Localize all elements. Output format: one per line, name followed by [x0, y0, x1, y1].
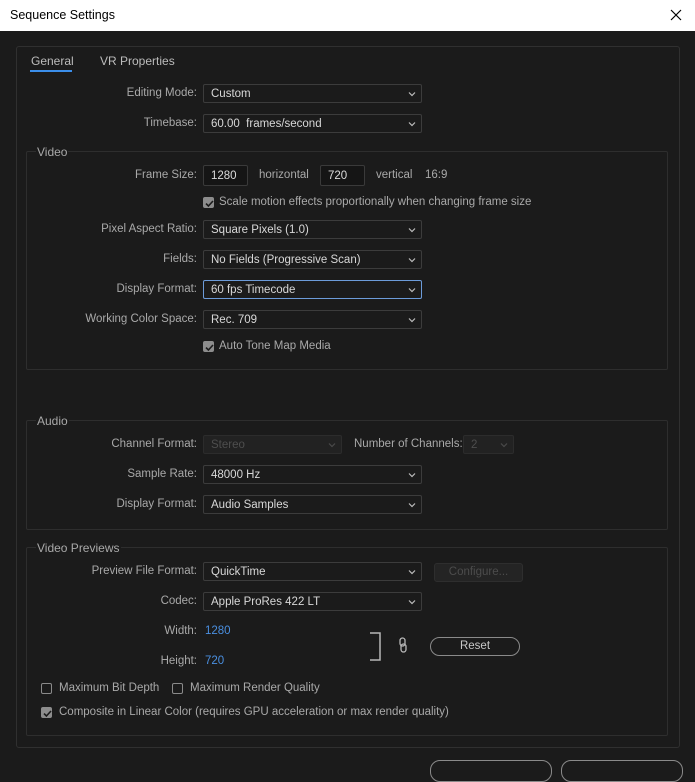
- chevron-down-icon: [408, 503, 416, 508]
- chevron-down-icon: [408, 600, 416, 605]
- editing-mode-dropdown[interactable]: Custom: [203, 84, 422, 103]
- window-title: Sequence Settings: [10, 8, 115, 22]
- chevron-down-icon: [408, 570, 416, 575]
- color-space-label: Working Color Space:: [85, 313, 197, 325]
- preview-file-format-dropdown[interactable]: QuickTime: [203, 562, 422, 581]
- chevron-down-icon: [408, 318, 416, 323]
- video-display-format-value: 60 fps Timecode: [211, 284, 296, 296]
- color-space-dropdown[interactable]: Rec. 709: [203, 310, 422, 329]
- frame-height-value: 720: [328, 170, 348, 182]
- sample-rate-dropdown[interactable]: 48000 Hz: [203, 465, 422, 484]
- max-bit-depth-checkbox[interactable]: [41, 683, 52, 694]
- checkmark-icon: [43, 710, 52, 718]
- frame-size-label: Frame Size:: [135, 169, 197, 181]
- max-bit-depth-label: Maximum Bit Depth: [59, 682, 160, 694]
- horizontal-label: horizontal: [259, 169, 309, 181]
- video-display-format-dropdown[interactable]: 60 fps Timecode: [203, 280, 422, 299]
- reset-button[interactable]: Reset: [430, 637, 520, 656]
- close-icon[interactable]: [665, 4, 687, 26]
- fields-dropdown[interactable]: No Fields (Progressive Scan): [203, 250, 422, 269]
- timebase-dropdown[interactable]: 60.00 frames/second: [203, 114, 422, 133]
- sample-rate-value: 48000 Hz: [211, 469, 261, 481]
- chevron-down-icon: [408, 258, 416, 263]
- timebase-value: 60.00 frames/second: [211, 118, 322, 130]
- channel-format-value: Stereo: [211, 439, 245, 451]
- fields-label: Fields:: [163, 253, 197, 265]
- auto-tone-label: Auto Tone Map Media: [219, 340, 331, 352]
- configure-button[interactable]: Configure...: [434, 563, 523, 582]
- chevron-down-icon: [328, 443, 336, 448]
- tab-general[interactable]: General: [31, 54, 74, 68]
- configure-button-label: Configure...: [448, 566, 509, 578]
- linear-color-checkbox[interactable]: [41, 707, 52, 718]
- video-previews-group-title: Video Previews: [36, 541, 121, 555]
- vertical-label: vertical: [376, 169, 413, 181]
- linear-color-label: Composite in Linear Color (requires GPU …: [59, 706, 449, 718]
- chevron-down-icon: [408, 92, 416, 97]
- editing-mode-label: Editing Mode:: [126, 87, 197, 99]
- channel-format-label: Channel Format:: [111, 438, 197, 450]
- preview-width-value[interactable]: 1280: [205, 625, 231, 637]
- chevron-down-icon: [408, 288, 416, 293]
- editing-mode-value: Custom: [211, 88, 251, 100]
- color-space-value: Rec. 709: [211, 314, 258, 326]
- chevron-down-icon: [408, 473, 416, 478]
- preview-width-label: Width:: [164, 625, 197, 637]
- cancel-button[interactable]: [561, 760, 683, 782]
- scale-motion-checkbox[interactable]: [203, 197, 214, 208]
- codec-value: Apple ProRes 422 LT: [211, 596, 321, 608]
- aspect-ratio-readout: 16:9: [425, 169, 448, 181]
- checkmark-icon: [205, 200, 214, 208]
- video-group-title: Video: [36, 145, 69, 159]
- audio-display-format-dropdown[interactable]: Audio Samples: [203, 495, 422, 514]
- preview-height-value[interactable]: 720: [205, 655, 224, 667]
- codec-label: Codec:: [160, 595, 197, 607]
- preview-file-format-value: QuickTime: [211, 566, 266, 578]
- scale-motion-label: Scale motion effects proportionally when…: [219, 196, 532, 208]
- pixel-aspect-value: Square Pixels (1.0): [211, 224, 309, 236]
- channel-format-dropdown[interactable]: Stereo: [203, 435, 342, 454]
- frame-width-value: 1280: [211, 170, 237, 182]
- audio-group-title: Audio: [36, 414, 69, 428]
- audio-display-format-label: Display Format:: [116, 498, 197, 510]
- chevron-down-icon: [408, 122, 416, 127]
- max-render-quality-checkbox[interactable]: [172, 683, 183, 694]
- preview-file-format-label: Preview File Format:: [91, 565, 197, 577]
- chevron-down-icon: [500, 443, 508, 448]
- auto-tone-checkbox[interactable]: [203, 341, 214, 352]
- sample-rate-label: Sample Rate:: [127, 468, 197, 480]
- chevron-down-icon: [408, 228, 416, 233]
- audio-display-format-value: Audio Samples: [211, 499, 289, 511]
- active-tab-indicator: [30, 70, 72, 72]
- num-channels-value: 2: [471, 439, 478, 451]
- link-bracket-icon: [370, 632, 381, 661]
- num-channels-dropdown[interactable]: 2: [463, 435, 514, 454]
- reset-button-label: Reset: [459, 640, 491, 652]
- tab-vr-properties[interactable]: VR Properties: [100, 54, 175, 68]
- num-channels-label: Number of Channels:: [354, 438, 463, 450]
- timebase-label: Timebase:: [143, 117, 197, 129]
- chain-link-icon[interactable]: [397, 637, 409, 653]
- pixel-aspect-label: Pixel Aspect Ratio:: [101, 223, 197, 235]
- video-display-format-label: Display Format:: [116, 283, 197, 295]
- max-render-quality-label: Maximum Render Quality: [190, 682, 320, 694]
- checkmark-icon: [205, 344, 214, 352]
- frame-height-field[interactable]: 720: [320, 165, 365, 186]
- ok-button[interactable]: [430, 760, 552, 782]
- pixel-aspect-dropdown[interactable]: Square Pixels (1.0): [203, 220, 422, 239]
- fields-value: No Fields (Progressive Scan): [211, 254, 361, 266]
- frame-width-field[interactable]: 1280: [203, 165, 248, 186]
- preview-height-label: Height:: [160, 655, 197, 667]
- codec-dropdown[interactable]: Apple ProRes 422 LT: [203, 592, 422, 611]
- title-bar: Sequence Settings: [0, 0, 695, 31]
